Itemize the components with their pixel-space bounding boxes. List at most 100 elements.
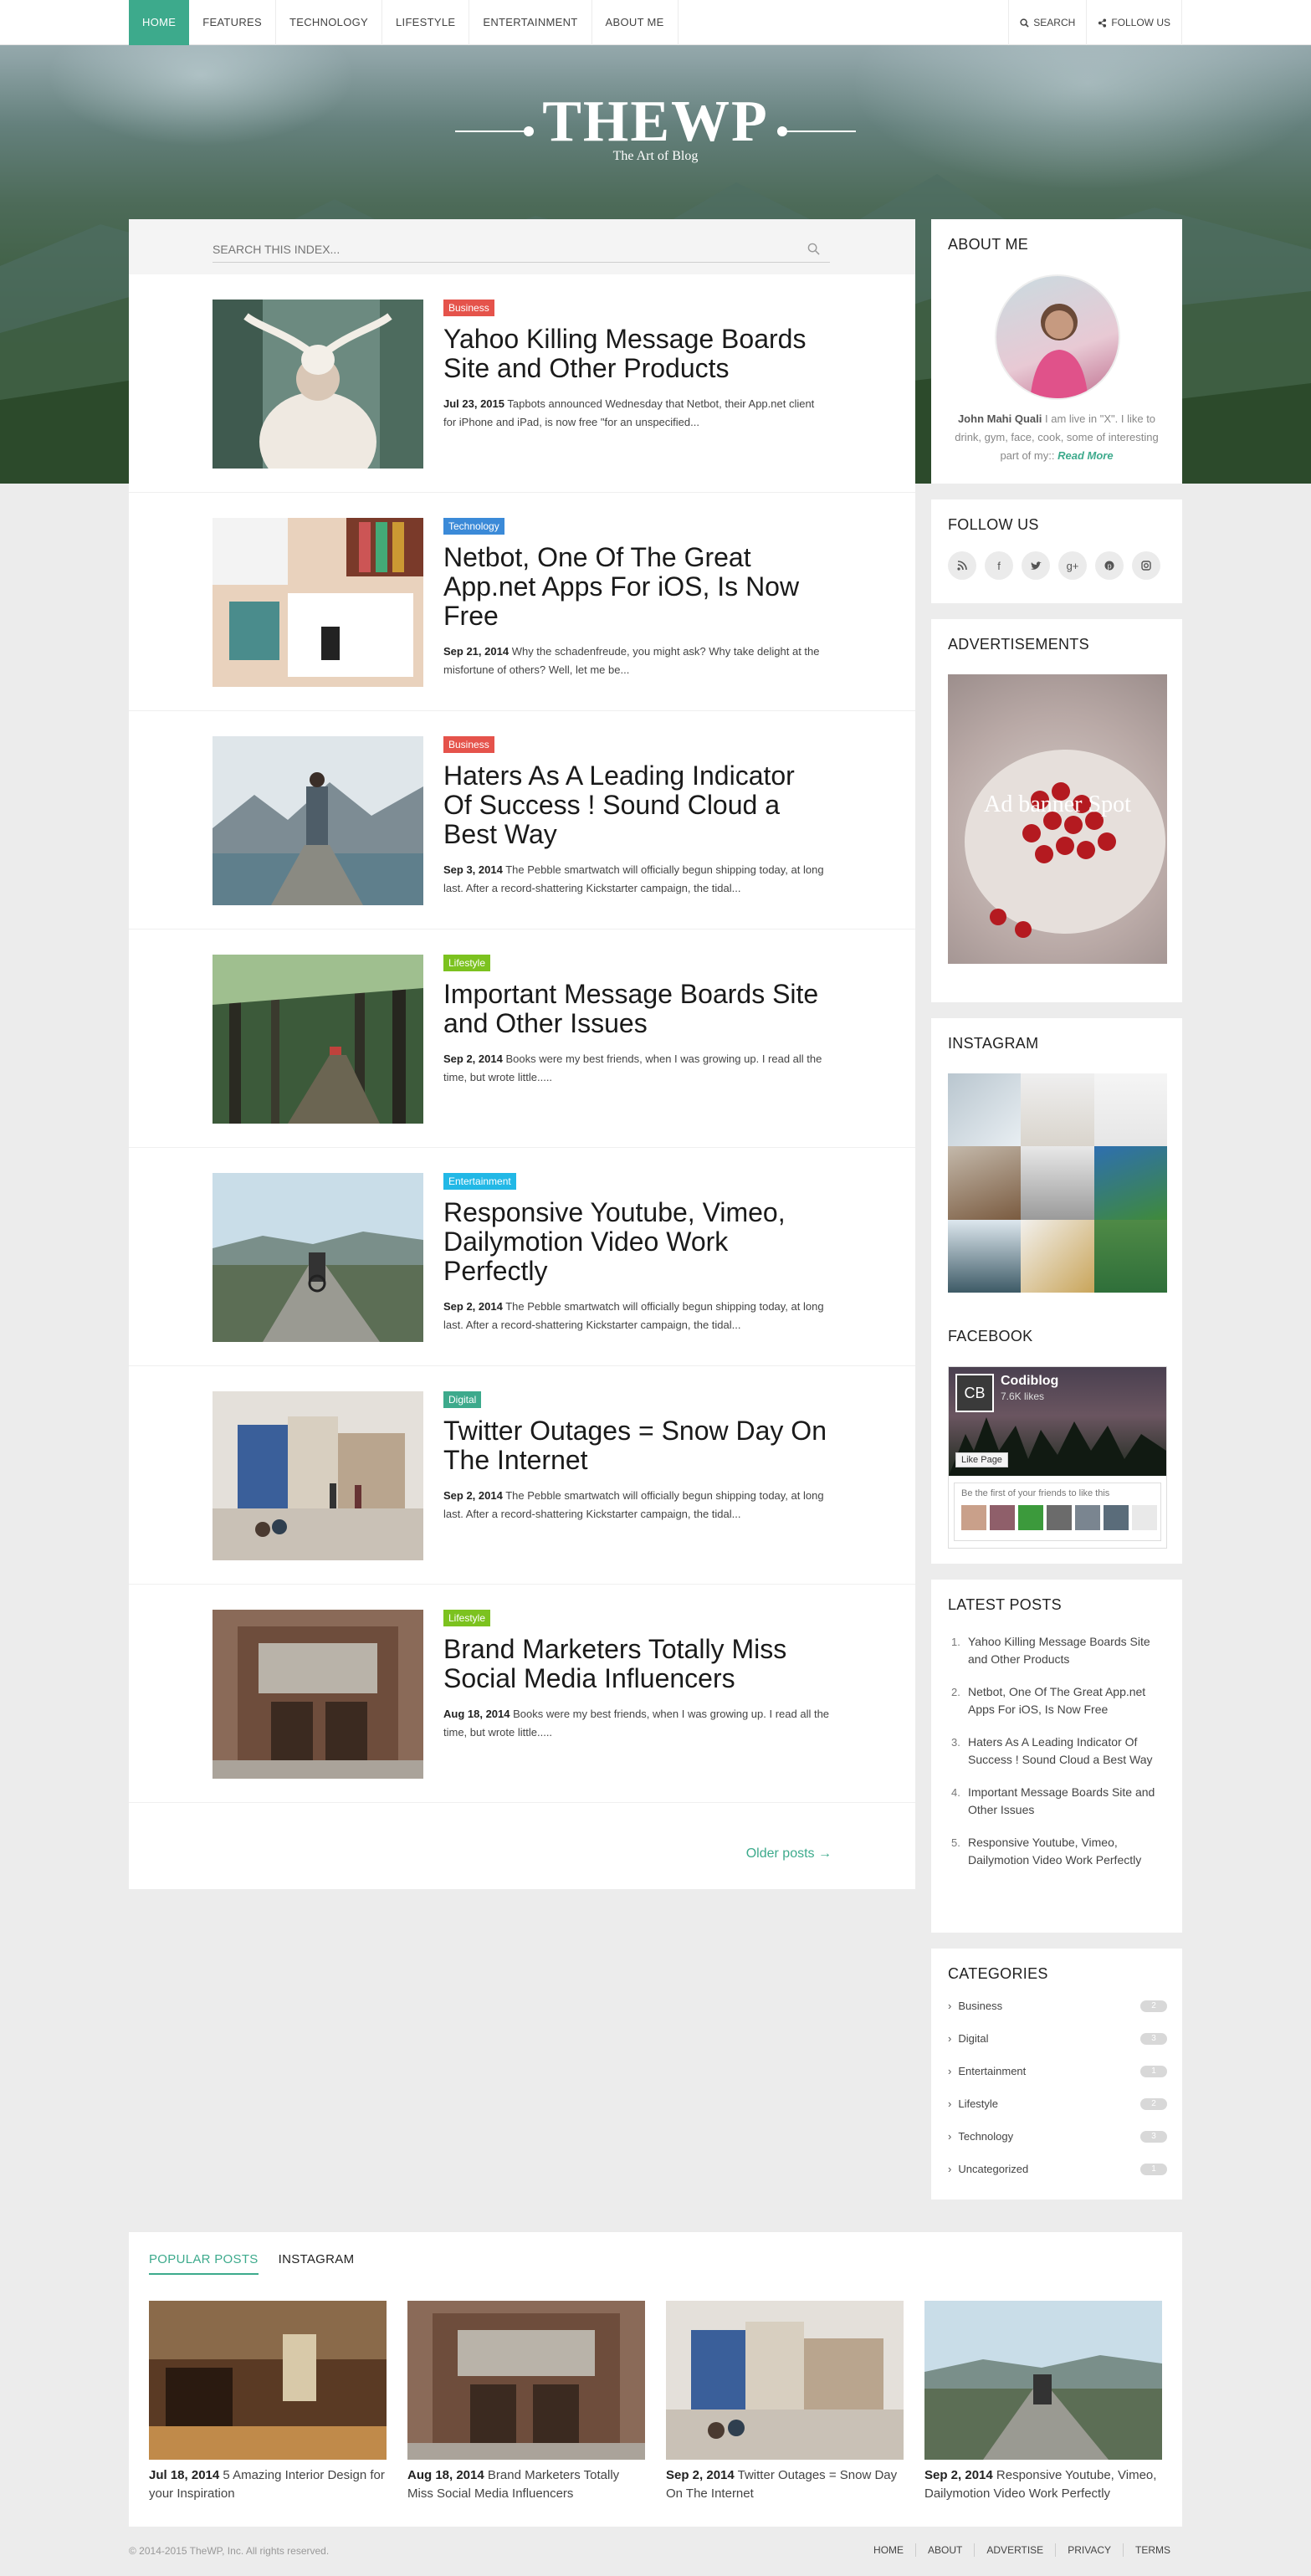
nav-about-me[interactable]: ABOUT ME [592,0,679,45]
search-input[interactable] [213,238,798,261]
category-name: Uncategorized [958,2163,1029,2175]
category-tag[interactable]: Lifestyle [443,1610,491,1626]
post-date: Sep 21, 2014 [443,645,510,658]
category-item[interactable]: › Technology 3 [948,2131,1167,2164]
friend-avatar[interactable] [990,1505,1015,1530]
nav-entertainment[interactable]: ENTERTAINMENT [469,0,592,45]
category-tag[interactable]: Business [443,736,494,753]
popular-post-card[interactable]: Sep 2, 2014 Responsive Youtube, Vimeo, D… [924,2301,1162,2503]
search-button[interactable]: SEARCH [1009,0,1088,45]
nav-lifestyle[interactable]: LIFESTYLE [382,0,470,45]
facebook-icon[interactable]: f [985,551,1013,580]
popular-post-card[interactable]: Sep 2, 2014 Twitter Outages = Snow Day O… [666,2301,904,2503]
post-excerpt: Sep 2, 2014 The Pebble smartwatch will o… [443,1487,830,1524]
footer-link-terms[interactable]: TERMS [1123,2543,1182,2557]
post-title[interactable]: Twitter Outages = Snow Day On The Intern… [443,1416,830,1475]
instagram-photo[interactable] [948,1073,1022,1147]
post-thumbnail[interactable] [213,736,423,905]
nav-features[interactable]: FEATURES [189,0,276,45]
search-icon[interactable] [807,243,820,255]
post-thumbnail[interactable] [213,1610,423,1779]
footer-links: HOME ABOUT ADVERTISE PRIVACY TERMS [862,2543,1182,2557]
latest-post-item[interactable]: 2. Netbot, One Of The Great App.net Apps … [951,1683,1169,1718]
category-item[interactable]: › Digital 3 [948,2033,1167,2066]
googleplus-icon[interactable]: g+ [1058,551,1087,580]
latest-post-item[interactable]: 5. Responsive Youtube, Vimeo, Dailymotion… [951,1834,1169,1869]
post-thumbnail[interactable] [213,300,423,469]
category-tag[interactable]: Entertainment [443,1173,516,1190]
facebook-page-plugin: CB Codiblog 7.6K likes Like Page Be the … [948,1366,1167,1549]
post-title[interactable]: Important Message Boards Site and Other … [443,980,830,1038]
facebook-cover[interactable]: CB Codiblog 7.6K likes Like Page [949,1367,1166,1476]
instagram-photo[interactable] [1021,1073,1094,1147]
post-title[interactable]: Brand Marketers Totally Miss Social Medi… [443,1635,830,1693]
post-thumbnail[interactable] [213,1173,423,1342]
category-count: 2 [1140,2000,1167,2012]
latest-post-item[interactable]: 3. Haters As A Leading Indicator Of Succe… [951,1734,1169,1769]
follow-us-button[interactable]: FOLLOW US [1087,0,1182,45]
category-item[interactable]: › Business 2 [948,2000,1167,2033]
post-thumbnail[interactable] [213,518,423,687]
footer-link-advertise[interactable]: ADVERTISE [974,2543,1055,2557]
nav-technology[interactable]: TECHNOLOGY [276,0,382,45]
friend-avatar[interactable] [1075,1505,1100,1530]
instagram-photo[interactable] [1093,1219,1167,1293]
widget-title: ABOUT ME [948,236,1029,253]
footer-link-home[interactable]: HOME [862,2543,915,2557]
popular-post-image[interactable] [924,2301,1162,2460]
popular-post-image[interactable] [149,2301,387,2460]
popular-post-card[interactable]: Jul 18, 2014 5 Amazing Interior Design f… [149,2301,387,2503]
facebook-like-button[interactable]: Like Page [955,1452,1008,1467]
category-item[interactable]: › Lifestyle 2 [948,2098,1167,2131]
footer-link-about[interactable]: ABOUT [915,2543,974,2557]
post-date: Jul 23, 2015 [443,397,504,410]
read-more-link[interactable]: Read More [1058,449,1113,462]
instagram-photo[interactable] [1021,1219,1094,1293]
category-name: Business [958,2000,1003,2012]
popular-post-card[interactable]: Aug 18, 2014 Brand Marketers Totally Mis… [407,2301,645,2503]
footer-link-privacy[interactable]: PRIVACY [1055,2543,1123,2557]
instagram-photo[interactable] [1093,1073,1167,1147]
category-tag[interactable]: Digital [443,1391,482,1408]
category-item[interactable]: › Uncategorized 1 [948,2164,1167,2196]
pinterest-icon[interactable]: p [1095,551,1124,580]
category-tag[interactable]: Lifestyle [443,955,491,971]
latest-post-item[interactable]: 4. Important Message Boards Site and Othe… [951,1784,1169,1819]
logo-wordmark: THEWP [455,90,856,154]
popular-post-image[interactable] [666,2301,904,2460]
post-thumbnail[interactable] [213,1391,423,1560]
post-title[interactable]: Haters As A Leading Indicator Of Success… [443,761,830,849]
nav-home[interactable]: HOME [129,0,190,45]
category-tag[interactable]: Business [443,300,494,316]
instagram-icon[interactable] [1132,551,1160,580]
instagram-photo[interactable] [948,1219,1022,1293]
tab-popular-posts[interactable]: POPULAR POSTS [149,2252,259,2275]
older-posts-link[interactable]: Older posts → [746,1846,832,1862]
about-avatar [995,274,1120,400]
friend-avatar[interactable] [1047,1505,1072,1530]
post-thumbnail[interactable] [213,955,423,1124]
instagram-photo[interactable] [948,1146,1022,1220]
popular-post-image[interactable] [407,2301,645,2460]
category-tag[interactable]: Technology [443,518,504,535]
post-title[interactable]: Netbot, One Of The Great App.net Apps Fo… [443,543,830,631]
facebook-page-name[interactable]: Codiblog [1001,1374,1058,1389]
latest-post-item[interactable]: 1. Yahoo Killing Message Boards Site and … [951,1633,1169,1668]
friend-avatar[interactable] [1104,1505,1129,1530]
friend-avatar[interactable] [1132,1505,1157,1530]
instagram-photo[interactable] [1021,1146,1094,1220]
friend-avatar[interactable] [1018,1505,1043,1530]
rss-icon[interactable] [948,551,976,580]
post-title[interactable]: Yahoo Killing Message Boards Site and Ot… [443,325,830,383]
tab-instagram[interactable]: INSTAGRAM [279,2252,355,2275]
ad-banner[interactable]: Ad banner Spot [948,674,1167,964]
popular-post-text: Sep 2, 2014 Responsive Youtube, Vimeo, D… [924,2466,1162,2503]
post-title[interactable]: Responsive Youtube, Vimeo, Dailymotion V… [443,1198,830,1286]
category-item[interactable]: › Entertainment 1 [948,2066,1167,2098]
facebook-friends-text: Be the first of your friends to like thi… [961,1488,1110,1498]
friend-avatar[interactable] [961,1505,986,1530]
instagram-photo[interactable] [1093,1146,1167,1220]
twitter-icon[interactable] [1022,551,1050,580]
site-logo[interactable]: THEWP The Art of Blog [0,90,1311,164]
popular-post-date: Sep 2, 2014 [666,2468,735,2482]
